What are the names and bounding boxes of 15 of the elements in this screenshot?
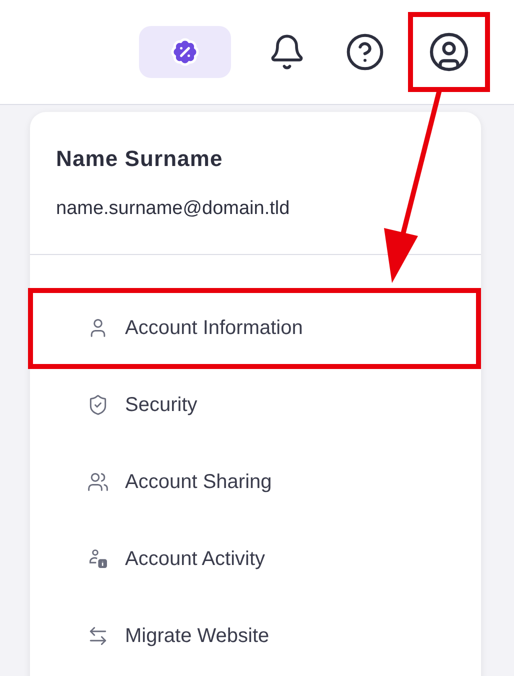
shield-check-icon bbox=[87, 394, 109, 416]
swap-arrows-icon bbox=[87, 625, 109, 647]
menu-item[interactable]: Security bbox=[30, 366, 481, 444]
user-name: Name Surname bbox=[56, 145, 224, 173]
profile-icon bbox=[428, 31, 470, 73]
menu-item[interactable]: Account Activity bbox=[30, 520, 481, 598]
menu-item[interactable]: Migrate Website bbox=[30, 598, 481, 674]
user-email: name.surname@domain.tld bbox=[56, 197, 291, 221]
percent-badge-icon bbox=[170, 37, 200, 67]
user-info-icon bbox=[87, 548, 109, 570]
menu-item[interactable]: Account Sharing bbox=[30, 444, 481, 520]
help-icon bbox=[345, 32, 385, 72]
users-icon bbox=[87, 471, 109, 493]
toolbar-button[interactable] bbox=[139, 26, 231, 78]
menu-item[interactable]: Account Information bbox=[30, 290, 479, 366]
